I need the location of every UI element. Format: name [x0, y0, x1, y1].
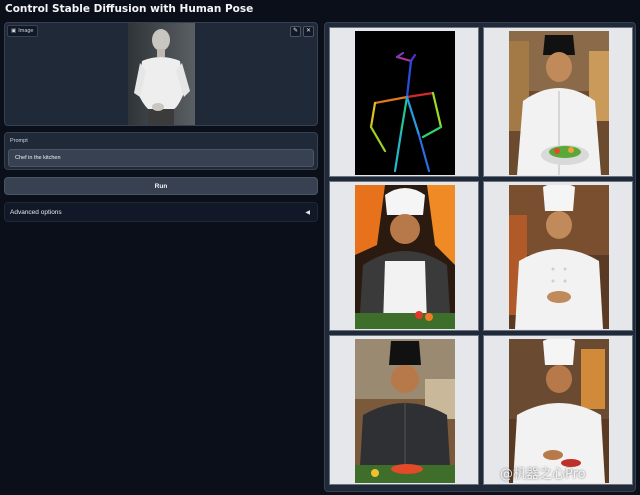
gallery-item-chef-4[interactable] — [329, 335, 479, 485]
image-icon: ▣ — [11, 28, 17, 34]
gallery-item-chef-3[interactable] — [483, 181, 633, 331]
advanced-options-accordion[interactable]: Advanced options ◀ — [4, 202, 318, 222]
gallery-item-pose[interactable] — [329, 27, 479, 177]
caret-left-icon: ◀ — [305, 210, 310, 216]
prompt-input[interactable]: Chef in the kitchen — [8, 149, 314, 167]
run-button[interactable]: Run — [4, 177, 318, 195]
prompt-panel: Prompt Chef in the kitchen — [4, 132, 318, 170]
pencil-icon[interactable]: ✎ — [290, 26, 301, 37]
gallery-item-chef-2[interactable] — [329, 181, 479, 331]
advanced-options-label: Advanced options — [10, 209, 62, 216]
image-input-panel[interactable]: ▣ Image ✎ ✕ — [4, 22, 318, 126]
output-gallery — [324, 22, 636, 492]
uploaded-image — [128, 23, 195, 125]
gallery-item-chef-1[interactable] — [483, 27, 633, 177]
image-label: ▣ Image — [7, 25, 38, 37]
image-tools: ✎ ✕ — [290, 26, 314, 37]
prompt-label: Prompt — [10, 138, 28, 144]
watermark: @机器之心Pro — [500, 467, 586, 482]
close-icon[interactable]: ✕ — [303, 26, 314, 37]
app-title: Control Stable Diffusion with Human Pose — [5, 3, 254, 15]
